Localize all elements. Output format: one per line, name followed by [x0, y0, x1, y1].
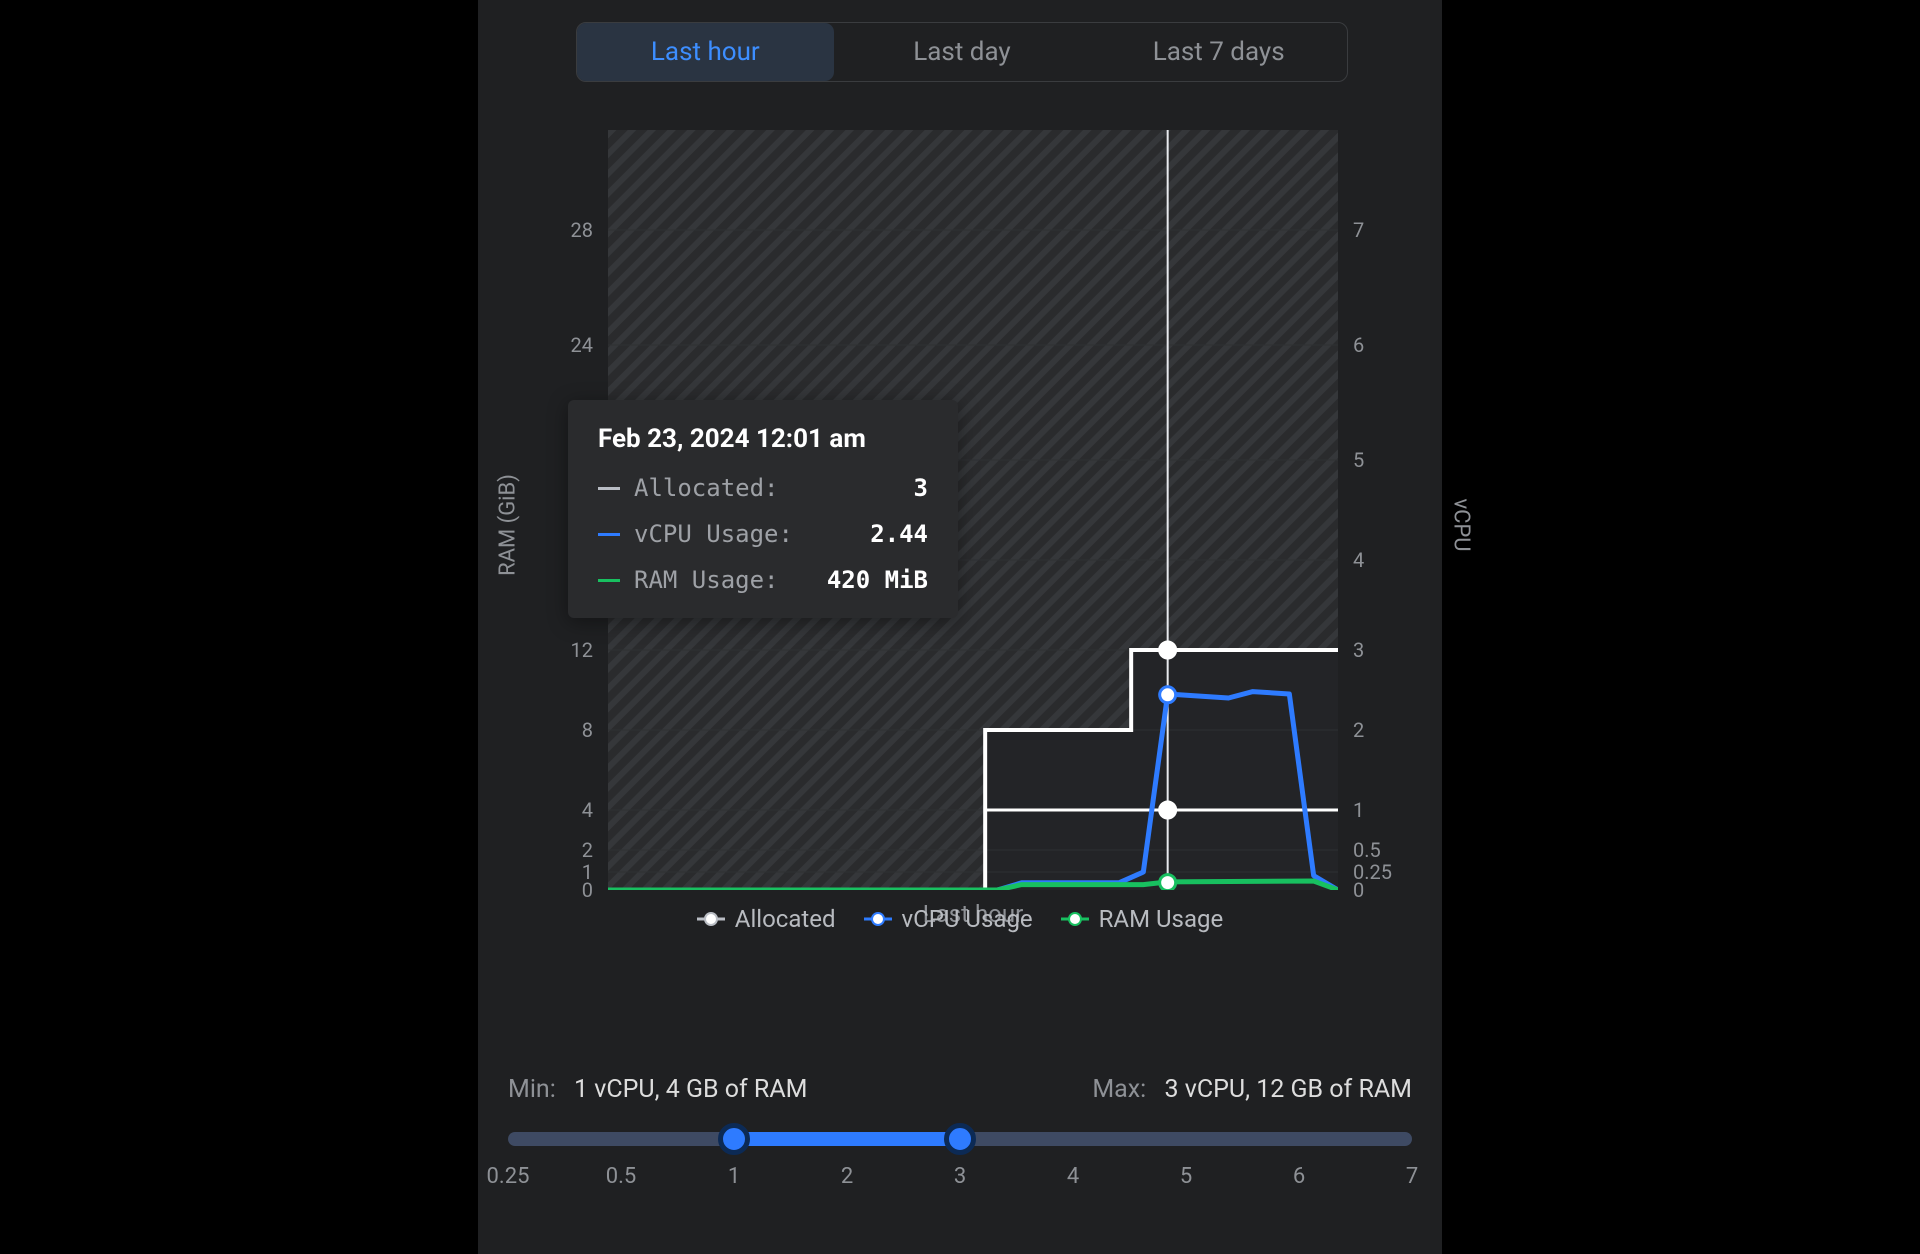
- y-right-tick: 2: [1353, 718, 1364, 742]
- resource-range-slider[interactable]: 0.250.51234567: [508, 1132, 1412, 1190]
- slider-tick: 3: [954, 1164, 966, 1189]
- y-right-tick: 7: [1353, 218, 1364, 242]
- min-max-readout: Min: 1 vCPU, 4 GB of RAM Max: 3 vCPU, 12…: [508, 1075, 1412, 1104]
- tooltip-swatch-icon: [598, 533, 620, 536]
- resource-usage-panel: Last hour Last day Last 7 days RAM (GiB)…: [478, 0, 1442, 1254]
- time-range-tabs: Last hour Last day Last 7 days: [576, 22, 1348, 82]
- y-left-tick: 2: [582, 838, 593, 862]
- slider-tick: 7: [1406, 1164, 1418, 1189]
- tab-last-day[interactable]: Last day: [834, 23, 1091, 81]
- y-axis-left-label: RAM (GiB): [496, 474, 521, 576]
- y-right-tick: 6: [1353, 333, 1364, 357]
- min-label: Min:: [508, 1075, 556, 1104]
- usage-chart[interactable]: RAM (GiB) vCPU 012481216202428 00.250.51…: [538, 130, 1408, 920]
- max-value: 3 vCPU, 12 GB of RAM: [1164, 1075, 1412, 1104]
- swatch-vcpu-icon: [864, 912, 892, 926]
- hover-tooltip: Feb 23, 2024 12:01 am Allocated: 3 vCPU Us…: [568, 400, 958, 618]
- tooltip-key: Allocated:: [634, 474, 779, 502]
- y-right-tick: 3: [1353, 638, 1364, 662]
- slider-tick: 1: [728, 1164, 740, 1189]
- y-left-tick: 1: [582, 860, 593, 884]
- tooltip-key: RAM Usage:: [634, 566, 779, 594]
- slider-handle-min[interactable]: [718, 1123, 750, 1155]
- slider-tick: 4: [1067, 1164, 1079, 1189]
- y-left-tick: 24: [571, 333, 593, 357]
- tooltip-timestamp: Feb 23, 2024 12:01 am: [598, 424, 928, 454]
- plot-area[interactable]: Feb 23, 2024 12:01 am Allocated:3vCPU Us…: [608, 130, 1338, 890]
- y-right-tick: 0.25: [1353, 860, 1392, 884]
- tooltip-swatch-icon: [598, 579, 620, 582]
- y-left-tick: 28: [571, 218, 593, 242]
- legend-vcpu-usage[interactable]: vCPU Usage: [864, 905, 1033, 933]
- y-axis-right-label: vCPU: [1449, 498, 1474, 551]
- slider-tick: 5: [1180, 1164, 1192, 1189]
- slider-track[interactable]: [508, 1132, 1412, 1146]
- y-left-tick: 12: [571, 638, 593, 662]
- tab-last-hour[interactable]: Last hour: [577, 23, 834, 81]
- y-left-tick: 4: [582, 798, 593, 822]
- y-right-tick: 4: [1353, 548, 1364, 572]
- tooltip-key: vCPU Usage:: [634, 520, 793, 548]
- tab-last-7-days[interactable]: Last 7 days: [1090, 23, 1347, 81]
- min-value: 1 vCPU, 4 GB of RAM: [574, 1075, 807, 1104]
- tooltip-value: 3: [914, 474, 928, 502]
- legend-allocated-label: Allocated: [735, 905, 836, 933]
- tooltip-value: 2.44: [870, 520, 928, 548]
- tooltip-row: RAM Usage: 420 MiB: [598, 566, 928, 594]
- legend-vcpu-label: vCPU Usage: [902, 905, 1033, 933]
- tooltip-row: Allocated: 3: [598, 474, 928, 502]
- tooltip-value: 420 MiB: [827, 566, 928, 594]
- tooltip-row: vCPU Usage: 2.44: [598, 520, 928, 548]
- slider-tick: 0.25: [487, 1164, 530, 1189]
- legend-ram-label: RAM Usage: [1099, 905, 1224, 933]
- slider-fill: [734, 1132, 960, 1146]
- legend-ram-usage[interactable]: RAM Usage: [1061, 905, 1224, 933]
- swatch-ram-icon: [1061, 912, 1089, 926]
- legend: Allocated vCPU Usage RAM Usage: [478, 905, 1442, 933]
- slider-tick: 0.5: [606, 1164, 637, 1189]
- swatch-allocated-icon: [697, 912, 725, 926]
- y-right-tick: 5: [1353, 448, 1364, 472]
- tooltip-swatch-icon: [598, 487, 620, 490]
- max-label: Max:: [1092, 1075, 1146, 1104]
- slider-handle-max[interactable]: [944, 1123, 976, 1155]
- y-left-tick: 8: [582, 718, 593, 742]
- slider-tick: 6: [1293, 1164, 1305, 1189]
- legend-allocated[interactable]: Allocated: [697, 905, 836, 933]
- y-right-tick: 1: [1353, 798, 1364, 822]
- slider-tick: 2: [841, 1164, 853, 1189]
- y-right-tick: 0.5: [1353, 838, 1381, 862]
